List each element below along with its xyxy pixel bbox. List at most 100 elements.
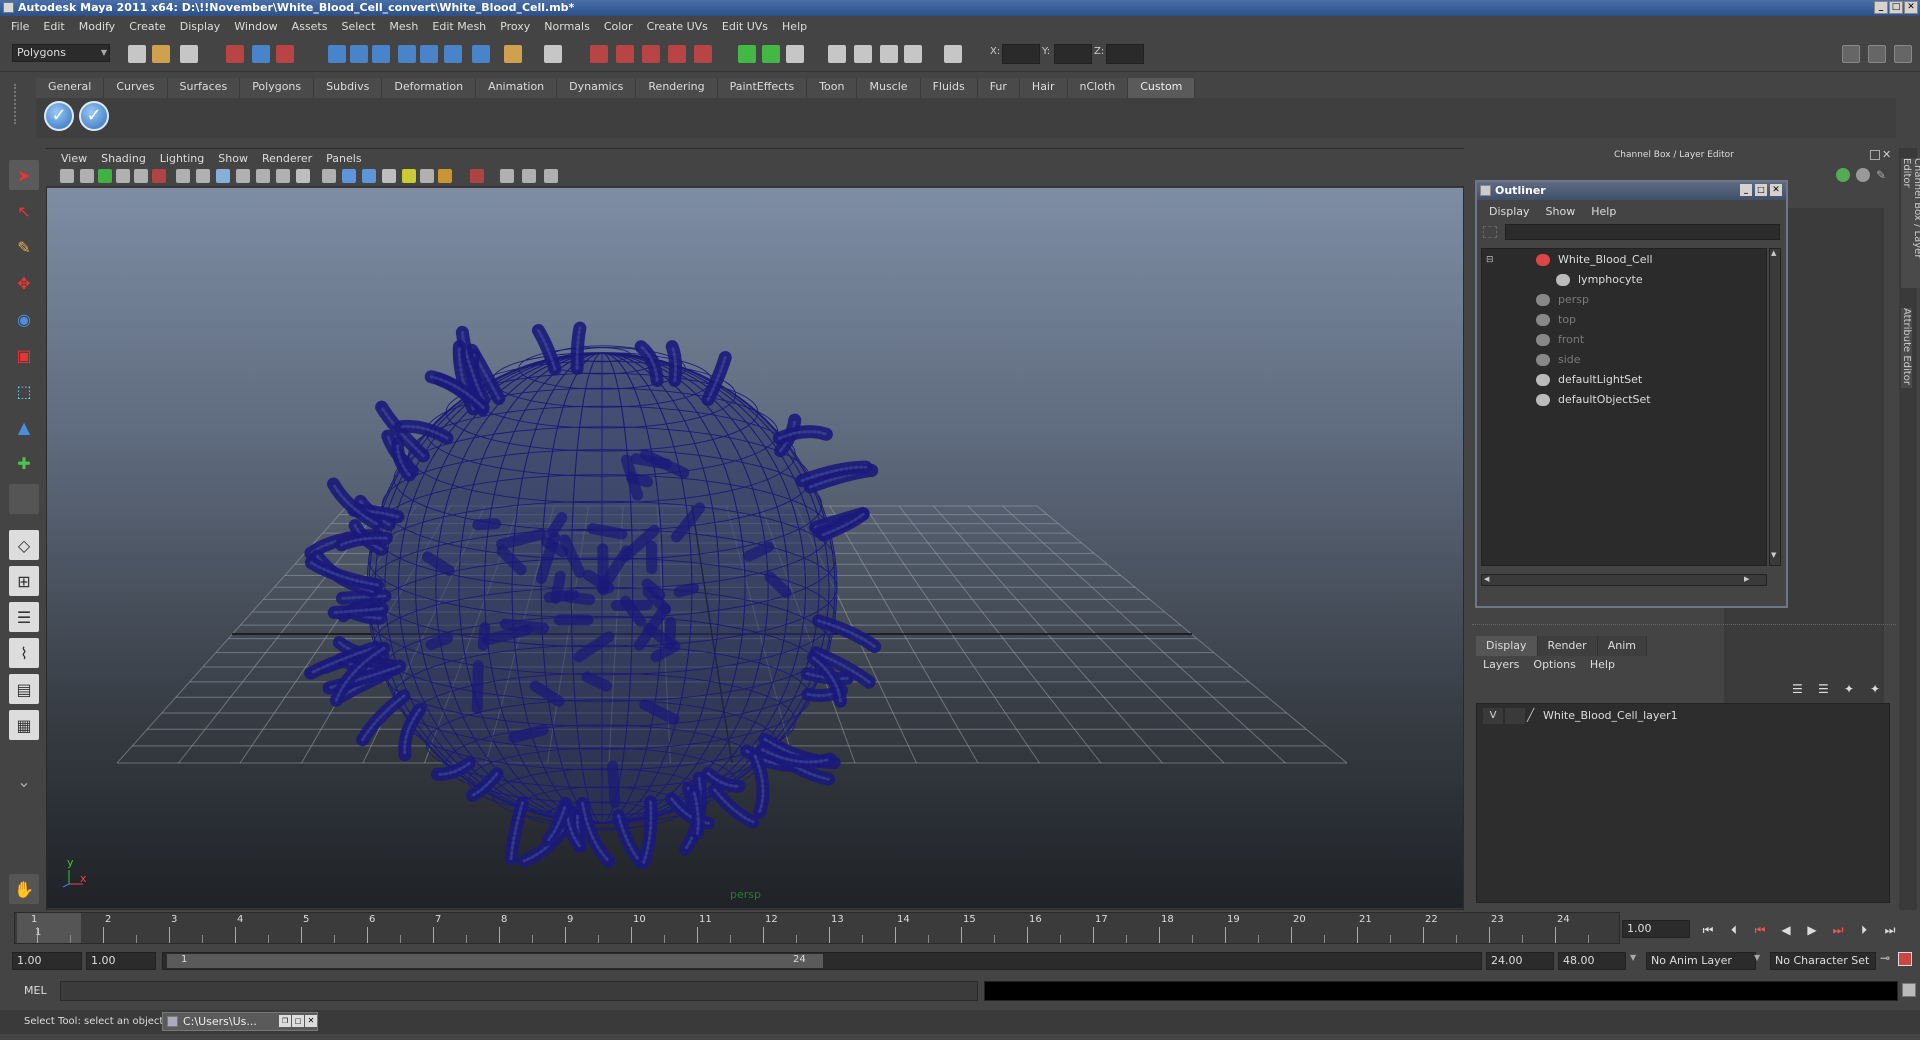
status-tool-icon[interactable] (762, 45, 780, 63)
status-tool-icon[interactable] (252, 45, 270, 63)
step-forward-key-icon[interactable]: ⏭ (1830, 922, 1846, 938)
shelf-tab-curves[interactable]: Curves (104, 78, 168, 98)
shelf-tab-general[interactable]: General (36, 78, 105, 98)
layer-color-swatch[interactable]: ╱ (1527, 708, 1539, 724)
new-layer-selected-icon[interactable]: ✦ (1870, 682, 1886, 698)
menu-modify[interactable]: Modify (72, 20, 122, 33)
layer-type-toggle[interactable] (1505, 708, 1525, 724)
channel-box-icon-a[interactable] (1836, 168, 1850, 182)
time-slider[interactable]: 1 1 2 3 4 5 6 7 8 9 10 11 12 13 14 15 16 17 18 19 20 21 22 23 24 (14, 912, 1620, 944)
status-tool-icon[interactable] (738, 45, 756, 63)
shelf-tab-muscle[interactable]: Muscle (857, 78, 921, 98)
outliner-minimize-button[interactable]: _ (1740, 184, 1752, 196)
viewport-menu-view[interactable]: View (54, 152, 94, 165)
menu-proxy[interactable]: Proxy (493, 20, 537, 33)
viewport-toolbar-icon[interactable] (236, 169, 250, 183)
status-tool-icon[interactable] (642, 45, 660, 63)
menu-assets[interactable]: Assets (285, 20, 335, 33)
status-tool-icon[interactable] (590, 45, 608, 63)
animation-end-field[interactable]: 48.00 (1558, 952, 1626, 970)
shelf-tab-animation[interactable]: Animation (476, 78, 558, 98)
menu-display[interactable]: Display (173, 20, 228, 33)
animation-start-field[interactable]: 1.00 (12, 952, 82, 970)
menu-window[interactable]: Window (227, 20, 284, 33)
outliner-list[interactable]: ⊟ White_Blood_Cell lymphocyte persp top front… (1481, 248, 1767, 566)
status-tool-icon[interactable] (444, 45, 462, 63)
viewport-toolbar-icon[interactable] (116, 169, 130, 183)
scene-canvas[interactable] (47, 188, 1463, 908)
channel-box-icon-c[interactable]: ✎ (1876, 168, 1890, 182)
outliner-menu-help[interactable]: Help (1583, 205, 1624, 218)
shelf-tab-fluids[interactable]: Fluids (920, 78, 978, 98)
range-dropdown-icon[interactable]: ▼ (1630, 953, 1636, 962)
menu-mesh[interactable]: Mesh (382, 20, 425, 33)
step-back-key-icon[interactable]: ⏮ (1752, 922, 1768, 938)
shelf-tab-surfaces[interactable]: Surfaces (167, 78, 241, 98)
side-tab-attribute-editor[interactable]: Attribute Editor (1901, 308, 1912, 388)
move-tool-icon[interactable]: ✥ (9, 268, 39, 298)
universal-manip-icon[interactable]: ⬚ (9, 376, 39, 406)
current-frame-marker[interactable] (17, 913, 81, 943)
status-tool-icon[interactable] (276, 45, 294, 63)
layout-single-icon[interactable]: ◇ (9, 530, 39, 560)
shelf-tab-toon[interactable]: Toon (807, 78, 858, 98)
layer-tab-anim[interactable]: Anim (1597, 636, 1647, 656)
viewport-toolbar-icon[interactable] (382, 169, 396, 183)
layer-move-up-icon[interactable]: ☰ (1792, 682, 1808, 698)
shelf-tab-dynamics[interactable]: Dynamics (557, 78, 637, 98)
status-tool-icon[interactable] (786, 45, 804, 63)
status-tool-icon[interactable] (472, 45, 490, 63)
taskbar-close-button[interactable]: ✕ (305, 1015, 317, 1027)
layer-menu-help[interactable]: Help (1583, 658, 1622, 676)
shelf-tab-deformation[interactable]: Deformation (382, 78, 477, 98)
scale-tool-icon[interactable]: ▣ (9, 340, 39, 370)
viewport-toolbar-icon[interactable] (176, 169, 190, 183)
scroll-up-arrow-icon[interactable]: ▲ (1771, 249, 1776, 257)
outliner-item-front[interactable]: front (1482, 331, 1762, 349)
status-tool-icon[interactable] (944, 45, 962, 63)
new-layer-icon[interactable]: ✦ (1844, 682, 1860, 698)
status-tool-icon[interactable] (372, 45, 390, 63)
viewport-toolbar-icon[interactable] (196, 169, 210, 183)
scroll-down-arrow-icon[interactable]: ▼ (1771, 551, 1776, 559)
outliner-item-top[interactable]: top (1482, 311, 1762, 329)
viewport-toolbar-icon[interactable] (522, 169, 536, 183)
viewport-toolbar-icon[interactable] (80, 169, 94, 183)
outliner-item-defaultobjectset[interactable]: defaultObjectSet (1482, 391, 1762, 409)
anim-layer-dropdown[interactable]: No Anim Layer (1646, 952, 1756, 970)
shelf-tab-rendering[interactable]: Rendering (636, 78, 718, 98)
show-tool-settings-icon[interactable] (1868, 45, 1886, 63)
viewport-toolbar-icon[interactable] (438, 169, 452, 183)
show-manipulator-icon[interactable]: ✚ (9, 448, 39, 478)
soft-mod-tool-icon[interactable]: ▲ (9, 412, 39, 442)
viewport-toolbar-icon[interactable] (342, 169, 356, 183)
outliner-item-white-blood-cell[interactable]: White_Blood_Cell (1482, 251, 1762, 269)
viewport-toolbar-icon[interactable] (256, 169, 270, 183)
playback-end-field[interactable]: 24.00 (1486, 952, 1554, 970)
show-attribute-editor-icon[interactable] (1842, 45, 1860, 63)
taskbar-restore-button[interactable]: ❐ (279, 1015, 291, 1027)
status-tool-icon[interactable] (616, 45, 634, 63)
viewport-toolbar-icon[interactable] (134, 169, 148, 183)
layout-four-icon[interactable]: ⊞ (9, 566, 39, 596)
select-tool-icon[interactable]: ➤ (9, 160, 39, 190)
status-tool-icon[interactable] (350, 45, 368, 63)
outliner-close-button[interactable]: ✕ (1770, 184, 1782, 196)
go-to-start-icon[interactable]: ⏮ (1700, 922, 1716, 938)
status-tool-icon[interactable] (152, 45, 170, 63)
channel-box-icon-b[interactable] (1856, 168, 1870, 182)
status-tool-icon[interactable] (904, 45, 922, 63)
viewport-toolbar-icon[interactable] (98, 169, 112, 183)
outliner-maximize-button[interactable]: □ (1755, 184, 1767, 196)
outliner-item-lymphocyte[interactable]: lymphocyte (1482, 271, 1762, 289)
menu-select[interactable]: Select (334, 20, 382, 33)
minimize-button[interactable]: _ (1874, 1, 1888, 14)
paint-select-tool-icon[interactable]: ✎ (9, 232, 39, 262)
menu-color[interactable]: Color (597, 20, 640, 33)
shelf-tab-fur[interactable]: Fur (977, 78, 1020, 98)
character-set-dropdown[interactable]: No Character Set (1770, 952, 1876, 970)
maximize-button[interactable]: □ (1889, 1, 1903, 14)
layer-menu-options[interactable]: Options (1526, 658, 1582, 676)
outliner-menu-show[interactable]: Show (1538, 205, 1584, 218)
layer-move-down-icon[interactable]: ☰ (1818, 682, 1834, 698)
